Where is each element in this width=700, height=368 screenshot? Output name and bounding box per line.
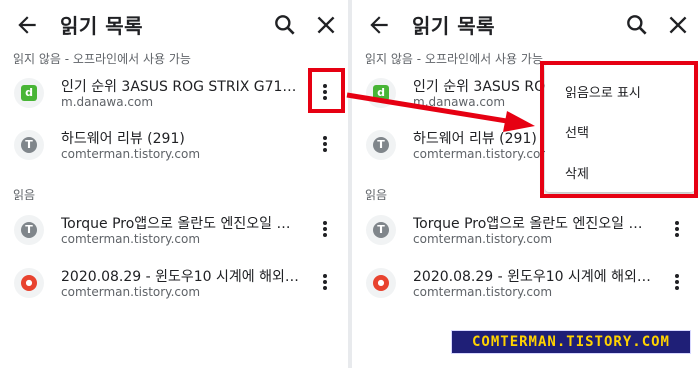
pointer-arrow-icon	[346, 92, 535, 132]
watermark: COMTERMAN.TISTORY.COM	[451, 330, 691, 354]
